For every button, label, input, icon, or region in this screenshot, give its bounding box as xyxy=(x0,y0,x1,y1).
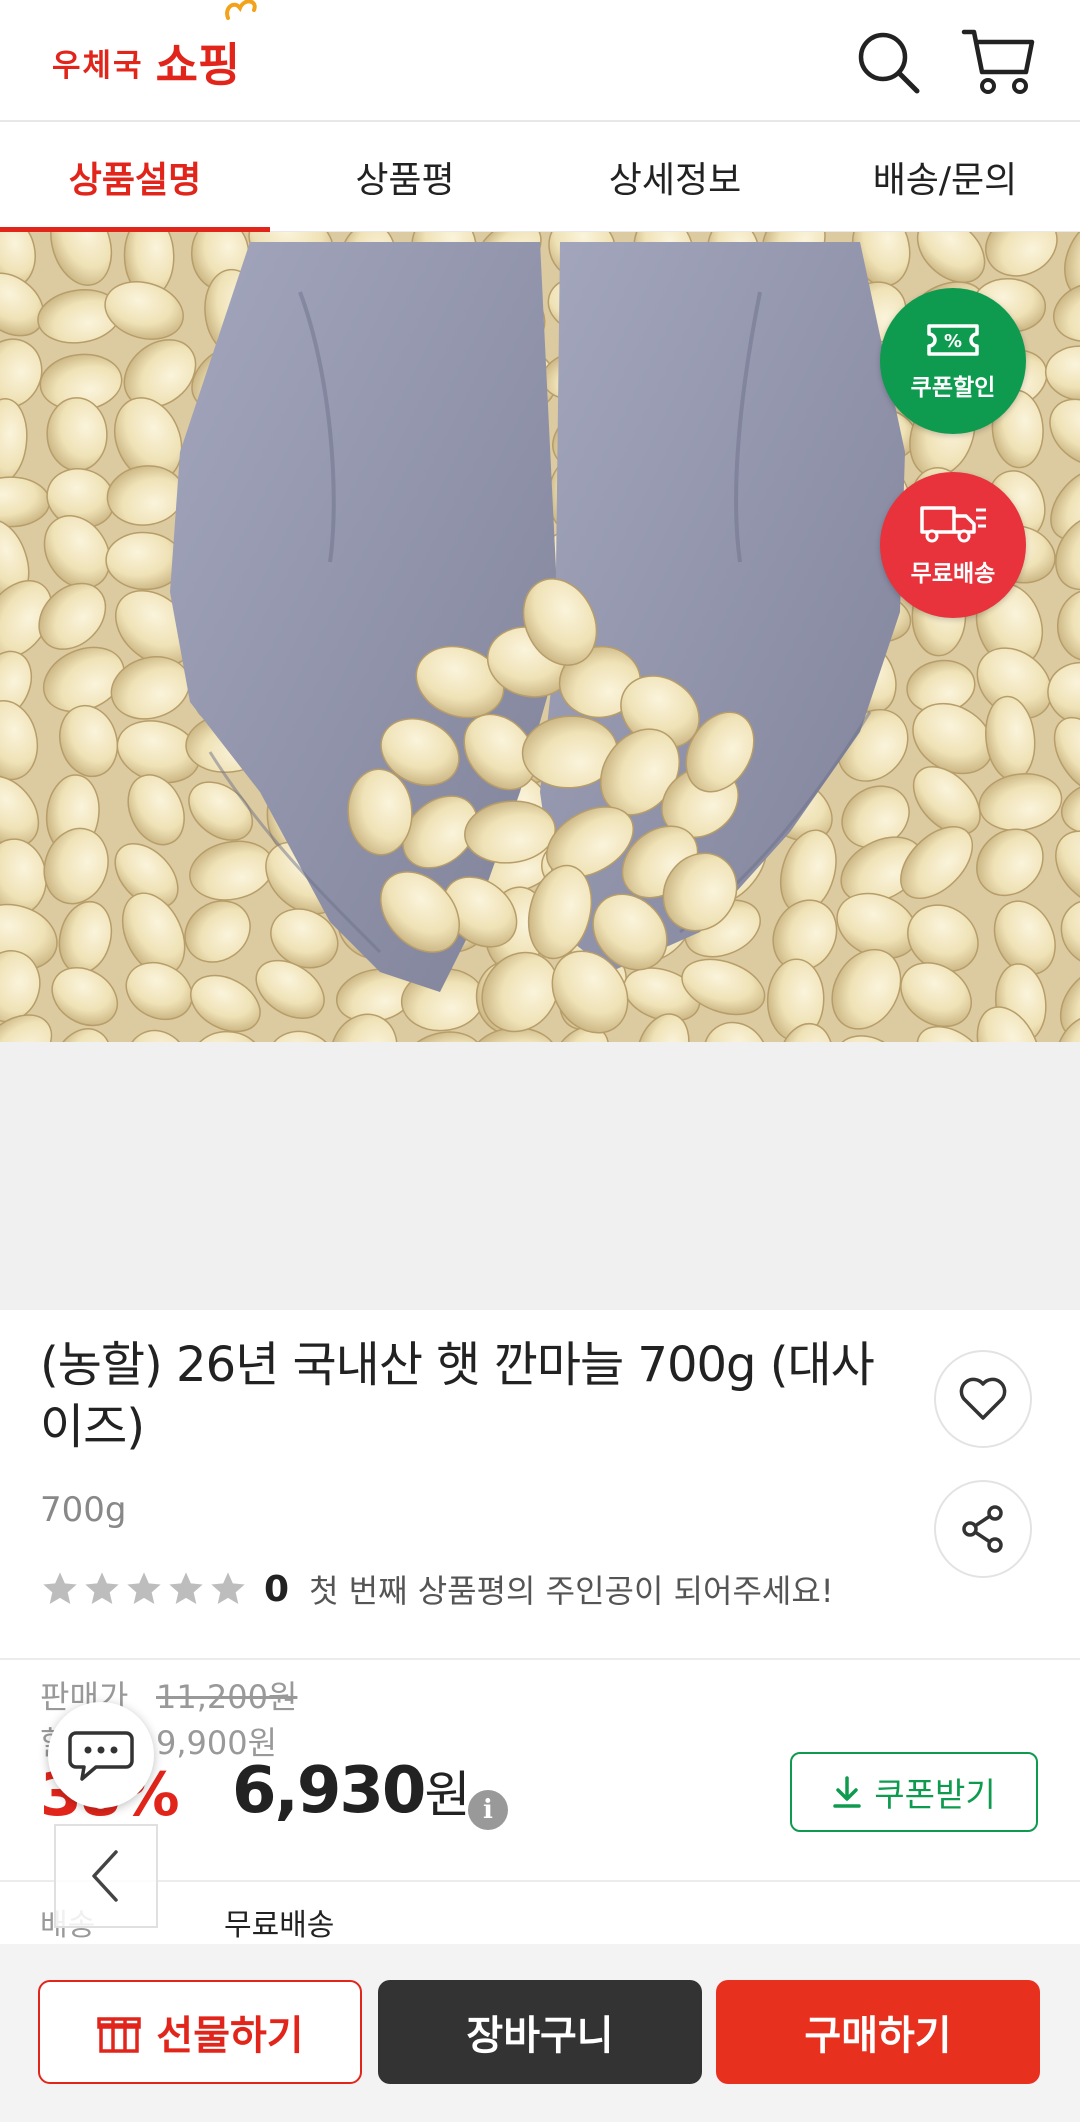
coupon-badge-label: 쿠폰할인 xyxy=(910,375,996,401)
tab-details[interactable]: 상세정보 xyxy=(540,122,810,232)
product-tabs: 상품설명 상품평 상세정보 배송/문의 xyxy=(0,120,1080,234)
gift-button-label: 선물하기 xyxy=(156,2013,304,2059)
gift-icon xyxy=(97,2017,142,2053)
tab-description[interactable]: 상품설명 xyxy=(0,122,270,234)
get-coupon-button[interactable]: 쿠폰받기 xyxy=(790,1752,1038,1832)
chevron-left-icon xyxy=(92,1850,118,1902)
tab-shipping-inquiry[interactable]: 배송/문의 xyxy=(810,122,1080,232)
sale-original-price: 11,200원 xyxy=(156,1678,298,1716)
product-image[interactable]: % 쿠폰할인 무료배송 xyxy=(0,232,1080,1042)
chat-button[interactable] xyxy=(48,1702,154,1808)
wishlist-button[interactable] xyxy=(934,1350,1032,1448)
final-price: 6,930원 xyxy=(232,1754,470,1828)
free-shipping-badge-label: 무료배송 xyxy=(910,561,996,587)
star-icon xyxy=(169,1572,203,1604)
currency-label: 원 xyxy=(424,1766,470,1824)
heart-icon xyxy=(959,1377,1007,1420)
review-prompt: 첫 번째 상품평의 주인공이 되어주세요! xyxy=(309,1572,834,1610)
chat-bubble-icon xyxy=(68,1731,134,1781)
price-info-icon[interactable]: i xyxy=(468,1790,508,1830)
free-shipping-badge[interactable]: 무료배송 xyxy=(880,472,1026,618)
gift-button[interactable]: 선물하기 xyxy=(38,1980,362,2084)
rating-row[interactable]: 0 첫 번째 상품평의 주인공이 되어주세요! xyxy=(40,1566,834,1612)
logo-text-small: 우체국 xyxy=(52,47,144,84)
shipping-value: 무료배송 xyxy=(224,1908,335,1943)
star-rating xyxy=(40,1569,248,1609)
truck-icon xyxy=(920,506,986,543)
share-button[interactable] xyxy=(934,1480,1032,1578)
star-icon xyxy=(211,1572,245,1604)
search-icon[interactable] xyxy=(848,22,928,102)
product-title: (농할) 26년 국내산 햇 깐마늘 700g (대사이즈) xyxy=(40,1337,875,1455)
star-icon xyxy=(85,1572,119,1604)
final-price-value: 6,930 xyxy=(232,1754,426,1828)
coupon-icon: % xyxy=(927,324,979,356)
product-option: 700g xyxy=(40,1490,127,1530)
star-icon xyxy=(43,1572,77,1604)
header: 우체국 쇼핑 xyxy=(0,0,1080,120)
coupon-discount-badge[interactable]: % 쿠폰할인 xyxy=(880,288,1026,434)
add-to-cart-button[interactable]: 장바구니 xyxy=(378,1980,702,2084)
get-coupon-label: 쿠폰받기 xyxy=(874,1775,996,1814)
cart-icon[interactable] xyxy=(958,22,1038,102)
heart-logo-icon xyxy=(225,0,257,20)
star-icon xyxy=(127,1572,161,1604)
share-icon xyxy=(962,1505,1003,1553)
back-button[interactable] xyxy=(54,1824,158,1928)
divider xyxy=(0,1880,1080,1882)
divider xyxy=(0,1658,1080,1660)
buy-now-button[interactable]: 구매하기 xyxy=(716,1980,1040,2084)
download-icon xyxy=(833,1776,862,1808)
logo[interactable]: 우체국 쇼핑 xyxy=(52,22,240,102)
bottom-action-bar: 선물하기 장바구니 구매하기 xyxy=(0,1944,1080,2122)
review-count: 0 xyxy=(264,1568,290,1610)
logo-text-big: 쇼핑 xyxy=(155,38,241,92)
coupon-percent-symbol: % xyxy=(944,331,962,352)
tab-reviews[interactable]: 상품평 xyxy=(270,122,540,232)
image-padding xyxy=(0,1042,1080,1310)
